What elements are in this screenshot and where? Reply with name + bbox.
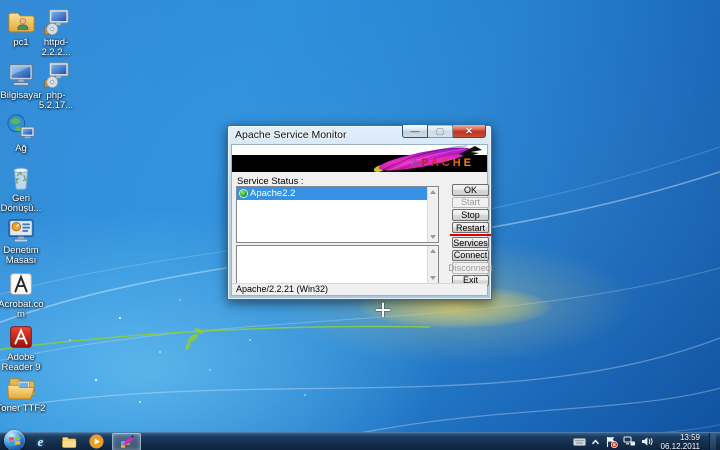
window-client-area: APACHE Service Status : Apache2.2 OK Sta… <box>231 144 488 296</box>
acrobat-icon <box>6 269 36 299</box>
window-titlebar[interactable]: Apache Service Monitor — ▢ ✕ <box>228 126 491 144</box>
start-button: Start <box>452 197 489 209</box>
desktop-icon-php-installer[interactable]: php-5.2.17... <box>31 60 81 111</box>
taskbar-apache-monitor-active[interactable] <box>112 433 141 450</box>
service-name: Apache2.2 <box>250 188 295 199</box>
desktop-icon-toner-folder[interactable]: Toner TTF2 <box>0 373 46 414</box>
scroll-up-icon[interactable] <box>430 190 436 194</box>
taskbar: e <box>0 432 720 450</box>
ok-button[interactable]: OK <box>452 184 489 196</box>
service-list-scrollbar[interactable] <box>427 187 438 242</box>
desktop-icon-label: Ağ <box>15 144 27 154</box>
services-button[interactable]: Services <box>452 237 489 249</box>
desktop-icon-recycle-bin[interactable]: Geri Dönüşü... <box>0 163 46 214</box>
show-desktop-button[interactable] <box>709 433 716 450</box>
disconnect-button: Disconnect <box>452 262 489 274</box>
keyboard-icon[interactable] <box>573 437 586 447</box>
desktop-icon-network[interactable]: Ağ <box>0 113 46 154</box>
apache-banner: APACHE <box>232 145 487 172</box>
installer-icon <box>41 7 71 37</box>
desktop-icon-label: Adobe Reader 9 <box>0 353 46 373</box>
system-tray: 13:59 06.12.2011 <box>573 433 720 450</box>
desktop-icon-label: Toner TTF2 <box>0 404 45 414</box>
scroll-down-icon[interactable] <box>430 235 436 239</box>
desktop-icon-label: pc1 <box>13 38 28 48</box>
desktop-icon-label: httpd-2.2.2... <box>31 38 81 58</box>
scroll-down-icon[interactable] <box>430 276 436 280</box>
installer-icon <box>41 60 71 90</box>
apache-version-text: Apache/2.2.21 (Win32) <box>236 284 328 294</box>
maximize-button: ▢ <box>428 125 453 138</box>
stop-button[interactable]: Stop <box>452 209 489 221</box>
window-statusbar: Apache/2.2.21 (Win32) <box>232 283 487 296</box>
restart-button[interactable]: Restart <box>452 222 489 234</box>
service-running-icon <box>240 190 247 197</box>
taskbar-media-player[interactable] <box>84 433 109 450</box>
desktop-wallpaper: pc1 httpd-2.2.2... Bilgisayar php-5.2.17… <box>0 0 720 450</box>
desktop-icon-acrobat[interactable]: Acrobat.com <box>0 269 46 320</box>
action-center-flag-icon[interactable] <box>605 436 618 448</box>
adobe-reader-icon <box>6 322 36 352</box>
internet-explorer-icon: e <box>38 434 44 450</box>
clock-time: 13:59 <box>661 433 700 442</box>
log-list-scrollbar[interactable] <box>427 246 438 283</box>
restart-annotation-underline <box>450 234 491 236</box>
desktop-icon-control-panel[interactable]: Denetim Masası <box>0 215 46 266</box>
desktop-icon-label: Denetim Masası <box>0 246 46 266</box>
show-hidden-icons-icon[interactable] <box>591 438 600 446</box>
service-status-list[interactable]: Apache2.2 <box>236 186 439 243</box>
start-button[interactable] <box>4 430 25 450</box>
log-list[interactable] <box>236 245 439 284</box>
media-player-icon <box>89 434 104 449</box>
windows-explorer-icon <box>61 434 77 450</box>
scroll-up-icon[interactable] <box>430 249 436 253</box>
taskbar-windows-explorer[interactable] <box>56 433 81 450</box>
desktop-icon-label: Acrobat.com <box>0 300 46 320</box>
desktop-icon-label: Geri Dönüşü... <box>0 194 46 214</box>
clock-date: 06.12.2011 <box>661 442 700 450</box>
windows-flag-icon <box>4 430 25 450</box>
desktop-icon-adobe-reader[interactable]: Adobe Reader 9 <box>0 322 46 373</box>
apache-wordmark: APACHE <box>410 157 474 169</box>
apache-service-monitor-window: Apache Service Monitor — ▢ ✕ <box>227 125 492 300</box>
taskbar-internet-explorer[interactable]: e <box>28 433 53 450</box>
picture-folder-icon <box>6 373 36 403</box>
desktop-icon-label: php-5.2.17... <box>31 91 81 111</box>
network-status-icon[interactable] <box>623 436 636 447</box>
volume-icon[interactable] <box>641 436 653 447</box>
taskbar-clock[interactable]: 13:59 06.12.2011 <box>661 433 700 450</box>
service-row-apache22[interactable]: Apache2.2 <box>237 187 427 200</box>
apache-monitor-icon <box>119 434 135 450</box>
window-title: Apache Service Monitor <box>235 129 346 141</box>
control-panel-icon <box>6 215 36 245</box>
close-button[interactable]: ✕ <box>453 125 486 138</box>
minimize-button[interactable]: — <box>402 125 428 138</box>
desktop-icon-httpd-installer[interactable]: httpd-2.2.2... <box>31 7 81 58</box>
recycle-bin-icon <box>6 163 36 193</box>
connect-button[interactable]: Connect <box>452 250 489 262</box>
network-icon <box>6 113 36 143</box>
